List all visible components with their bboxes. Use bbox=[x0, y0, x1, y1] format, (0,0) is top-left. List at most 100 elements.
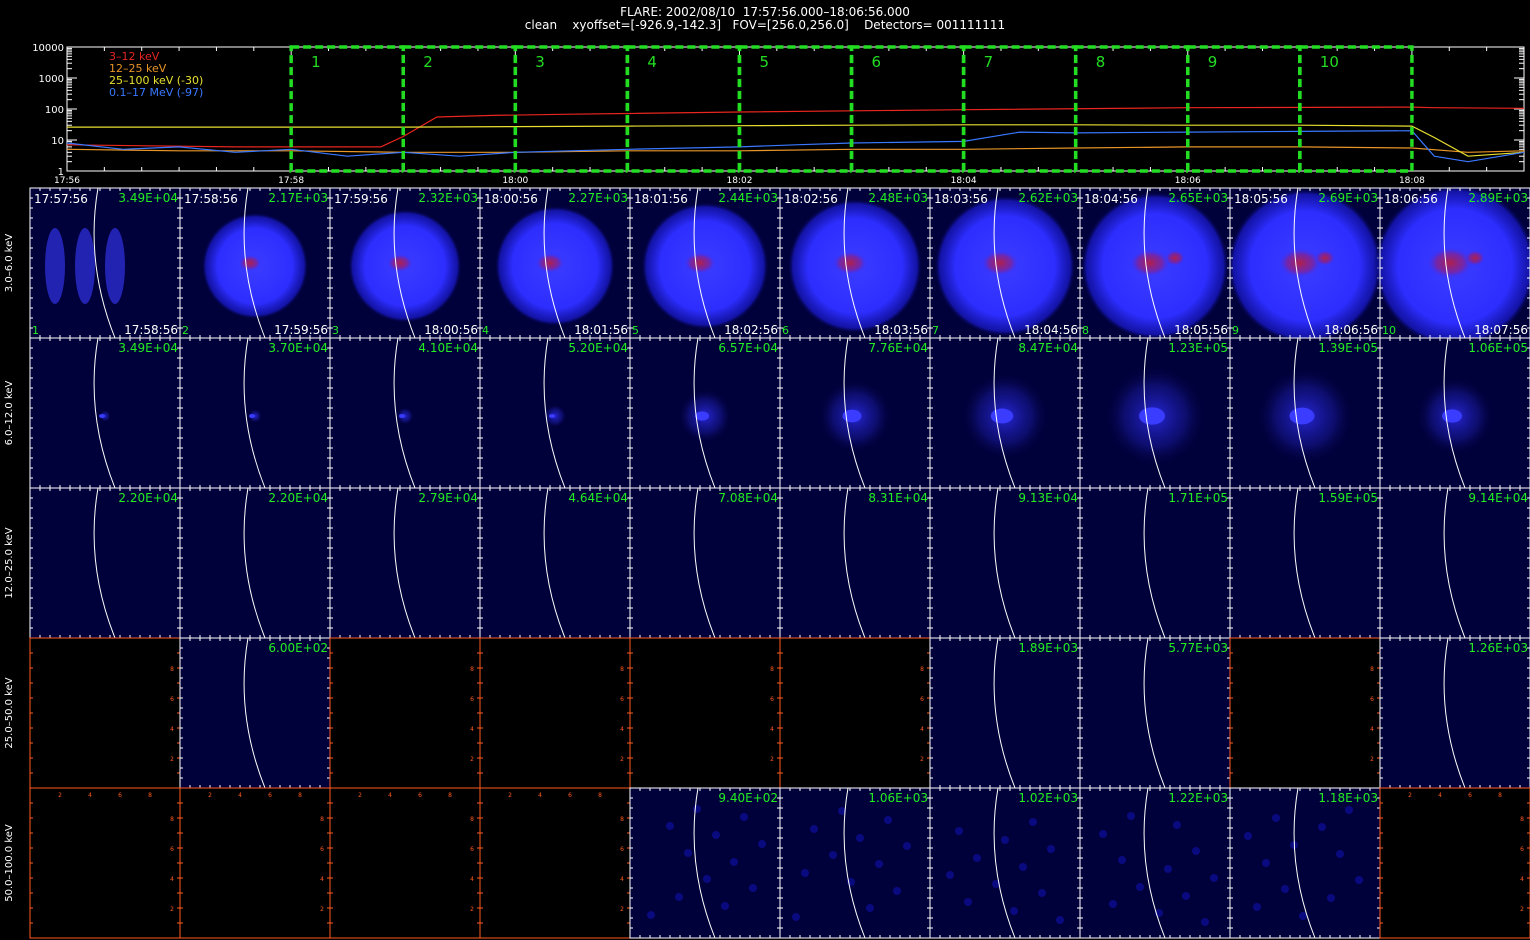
noise-speckle bbox=[1336, 850, 1344, 858]
noise-speckle bbox=[730, 858, 738, 866]
start-time: 18:06:56 bbox=[1384, 192, 1438, 206]
empty-panel-tick-label: 4 bbox=[88, 792, 92, 799]
noise-speckle bbox=[856, 834, 864, 842]
empty-panel-frame bbox=[1229, 637, 1381, 789]
image-panel: 2.69E+03 18:05:56 18:06:56 9 bbox=[1227, 187, 1383, 344]
empty-panel-tick-label: 8 bbox=[598, 792, 602, 799]
image-panel: 7.08E+04 bbox=[629, 487, 781, 639]
noise-speckle bbox=[829, 851, 837, 859]
empty-panel-tick-label: 4 bbox=[470, 876, 474, 883]
energy-band-label: 6.0–12.0 keV bbox=[4, 380, 15, 445]
peak-value: 2.20E+04 bbox=[268, 491, 328, 505]
noise-speckle bbox=[675, 893, 683, 901]
peak-value: 2.27E+03 bbox=[568, 191, 628, 205]
noise-speckle bbox=[903, 842, 911, 850]
image-panel: 1.59E+05 bbox=[1229, 487, 1381, 639]
noise-speckle bbox=[703, 875, 711, 883]
image-panel: 2 4 6 8 bbox=[329, 637, 481, 789]
end-time: 18:02:56 bbox=[724, 323, 778, 337]
peak-value: 2.62E+03 bbox=[1018, 191, 1078, 205]
end-time: 18:00:56 bbox=[424, 323, 478, 337]
empty-panel-tick-label: 6 bbox=[1520, 846, 1524, 853]
start-time: 18:05:56 bbox=[1234, 192, 1288, 206]
empty-panel-tick-label: 4 bbox=[620, 726, 624, 733]
image-panel: 2.62E+03 18:03:56 18:04:56 7 bbox=[929, 187, 1081, 339]
source-core bbox=[1278, 248, 1322, 278]
noise-speckle bbox=[1262, 859, 1270, 867]
empty-panel-tick-label: 2 bbox=[170, 906, 174, 913]
interval-index: 9 bbox=[1232, 324, 1239, 337]
noise-speckle bbox=[955, 827, 963, 835]
image-panel: 9.13E+04 bbox=[929, 487, 1081, 639]
end-time: 18:05:56 bbox=[1174, 323, 1228, 337]
start-time: 18:04:56 bbox=[1084, 192, 1138, 206]
end-time: 17:58:56 bbox=[124, 323, 178, 337]
image-panel: 4.64E+04 bbox=[479, 487, 631, 639]
energy-band-label: 3.0–6.0 keV bbox=[4, 234, 15, 293]
peak-value: 2.44E+03 bbox=[718, 191, 778, 205]
peak-value: 6.57E+04 bbox=[718, 341, 778, 355]
empty-panel-tick-label: 4 bbox=[1438, 792, 1442, 799]
start-time: 17:58:56 bbox=[184, 192, 238, 206]
image-panel: 2.65E+03 18:04:56 18:05:56 8 bbox=[1079, 187, 1231, 341]
image-panel: 2.20E+04 bbox=[179, 487, 331, 639]
empty-panel-tick-label: 4 bbox=[1370, 726, 1374, 733]
source-core bbox=[549, 414, 555, 418]
noise-speckle bbox=[1327, 894, 1335, 902]
source-core bbox=[981, 250, 1019, 276]
panel-background bbox=[1380, 488, 1530, 638]
empty-panel-tick-label: 6 bbox=[118, 792, 122, 799]
image-panel: 1.22E+03 bbox=[1079, 787, 1231, 939]
empty-panel-tick-label: 8 bbox=[1498, 792, 1502, 799]
peak-value: 3.70E+04 bbox=[268, 341, 328, 355]
source-core bbox=[990, 408, 1014, 424]
image-grid: 3.49E+04 17:57:56 17:58:56 1 2.17E+03 17:58:5… bbox=[4, 184, 1530, 939]
empty-panel-frame bbox=[29, 787, 181, 939]
image-panel: 2 4 6 8 bbox=[1229, 637, 1381, 789]
peak-value: 6.00E+02 bbox=[268, 641, 328, 655]
noise-speckle bbox=[893, 887, 901, 895]
empty-panel-tick-label: 4 bbox=[770, 726, 774, 733]
peak-value: 1.71E+05 bbox=[1168, 491, 1228, 505]
image-panel: 1.23E+05 bbox=[1079, 337, 1231, 489]
image-panel: 1.06E+05 bbox=[1379, 337, 1530, 489]
source-core bbox=[399, 414, 405, 418]
noise-speckle bbox=[666, 822, 674, 830]
empty-panel-tick-label: 4 bbox=[170, 876, 174, 883]
empty-panel-tick-label: 4 bbox=[238, 792, 242, 799]
noise-speckle bbox=[693, 805, 701, 813]
image-panel: 2 2 4 4 6 6 8 8 bbox=[1379, 787, 1530, 939]
source-artifact bbox=[105, 228, 125, 304]
noise-speckle bbox=[1099, 830, 1107, 838]
peak-value: 2.79E+04 bbox=[418, 491, 478, 505]
source-core bbox=[684, 252, 716, 274]
noise-speckle bbox=[740, 813, 748, 821]
empty-panel-tick-label: 8 bbox=[1520, 816, 1524, 823]
empty-panel-tick-label: 6 bbox=[320, 846, 324, 853]
image-panel: 2.17E+03 17:58:56 17:59:56 2 bbox=[179, 187, 331, 339]
start-time: 18:00:56 bbox=[484, 192, 538, 206]
noise-speckle bbox=[1010, 907, 1018, 915]
peak-value: 1.39E+05 bbox=[1318, 341, 1378, 355]
noise-speckle bbox=[758, 840, 766, 848]
panel-background bbox=[1380, 638, 1530, 788]
start-time: 18:02:56 bbox=[784, 192, 838, 206]
image-panel: 4.10E+04 bbox=[329, 337, 481, 489]
empty-panel-tick-label: 2 bbox=[320, 906, 324, 913]
noise-speckle bbox=[712, 831, 720, 839]
image-panel: 3.70E+04 bbox=[179, 337, 331, 489]
empty-panel-frame bbox=[179, 787, 331, 939]
empty-panel-tick-label: 6 bbox=[470, 846, 474, 853]
start-time: 17:57:56 bbox=[34, 192, 88, 206]
panel-background bbox=[1080, 788, 1230, 938]
empty-panel-tick-label: 2 bbox=[508, 792, 512, 799]
image-panel: 5.20E+04 bbox=[479, 337, 631, 489]
source-core bbox=[387, 254, 413, 272]
noise-speckle bbox=[1253, 903, 1261, 911]
empty-panel-tick-label: 8 bbox=[148, 792, 152, 799]
peak-value: 2.20E+04 bbox=[118, 491, 178, 505]
panel-background bbox=[780, 788, 930, 938]
noise-speckle bbox=[1127, 812, 1135, 820]
empty-panel-tick-label: 2 bbox=[770, 756, 774, 763]
peak-value: 1.06E+03 bbox=[868, 791, 928, 805]
